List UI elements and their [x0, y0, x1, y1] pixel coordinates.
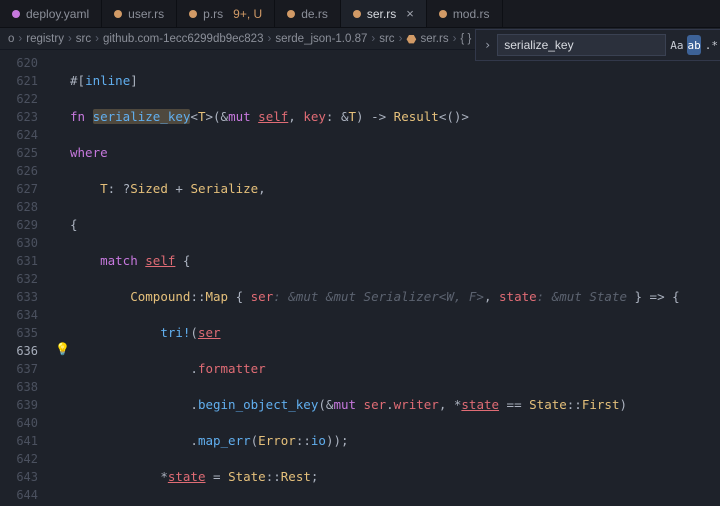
tab-user-rs[interactable]: user.rs [102, 0, 177, 27]
tab-de-rs[interactable]: de.rs [275, 0, 341, 27]
close-icon[interactable]: × [406, 6, 414, 21]
tab-p-rs[interactable]: p.rs 9+, U [177, 0, 275, 27]
tab-status: 9+, U [233, 7, 262, 21]
match-case-toggle[interactable]: Aa [670, 35, 683, 55]
chevron-right-icon: › [267, 33, 271, 45]
crumb-item[interactable]: serde_json-1.0.87 [275, 33, 367, 45]
tab-deploy-yaml[interactable]: deploy.yaml [0, 0, 102, 27]
chevron-right-icon: › [18, 33, 22, 45]
chevron-right-icon[interactable]: › [482, 38, 493, 52]
tab-mod-rs[interactable]: mod.rs [427, 0, 503, 27]
lightbulb-icon[interactable]: 💡 [55, 342, 70, 356]
find-widget: › Aa ab .* 1 o [475, 29, 720, 61]
line-gutter: 6206216226236246256266276286296306316326… [0, 50, 50, 506]
rust-icon [189, 10, 197, 18]
match-word-toggle[interactable]: ab [687, 35, 700, 55]
tab-label: mod.rs [453, 7, 490, 21]
regex-toggle[interactable]: .* [705, 35, 718, 55]
chevron-right-icon: › [399, 33, 403, 45]
tab-label: deploy.yaml [26, 7, 89, 21]
chevron-right-icon: › [453, 33, 457, 45]
chevron-right-icon: › [371, 33, 375, 45]
rust-icon [287, 10, 295, 18]
tab-label: de.rs [301, 7, 328, 21]
tab-ser-rs[interactable]: ser.rs × [341, 0, 427, 27]
tab-label: user.rs [128, 7, 164, 21]
code-area[interactable]: #[inline] fn serialize_key<T>(&mut self,… [50, 50, 720, 506]
rust-icon [114, 10, 122, 18]
crumb-item[interactable]: o [8, 33, 14, 45]
rust-icon [439, 10, 447, 18]
rust-icon [353, 10, 361, 18]
crumb-item[interactable]: registry [26, 33, 64, 45]
crumb-item[interactable]: ⬣ser.rs [406, 32, 448, 46]
file-icon [12, 10, 20, 18]
editor[interactable]: 6206216226236246256266276286296306316326… [0, 50, 720, 506]
chevron-right-icon: › [95, 33, 99, 45]
tab-label: p.rs [203, 7, 223, 21]
search-input[interactable] [497, 34, 666, 56]
crumb-item[interactable]: src [76, 33, 91, 45]
editor-tabs: deploy.yaml user.rs p.rs 9+, U de.rs ser… [0, 0, 720, 28]
chevron-right-icon: › [68, 33, 72, 45]
crumb-item[interactable]: github.com-1ecc6299db9ec823 [103, 33, 263, 45]
tab-label: ser.rs [367, 7, 396, 21]
crumb-item[interactable]: src [379, 33, 394, 45]
